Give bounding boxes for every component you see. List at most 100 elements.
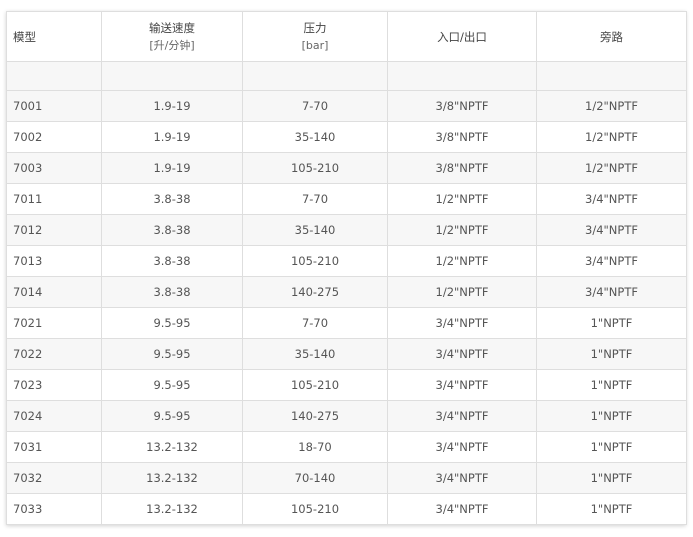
cell-pressure: 35-140 [242, 121, 388, 153]
cell-pressure: 7-70 [242, 307, 388, 339]
empty-cell [101, 61, 243, 91]
cell-model: 7032 [6, 462, 102, 494]
cell-bypass: 1/2"NPTF [536, 152, 687, 184]
cell-pressure: 7-70 [242, 90, 388, 122]
cell-model: 7001 [6, 90, 102, 122]
header-pressure-unit: [bar] [301, 38, 329, 52]
header-inlet-outlet: 入口/出口 [387, 11, 537, 62]
cell-inlet-outlet: 3/8"NPTF [387, 152, 537, 184]
cell-pressure: 35-140 [242, 338, 388, 370]
cell-model: 7012 [6, 214, 102, 246]
cell-inlet-outlet: 3/8"NPTF [387, 121, 537, 153]
cell-model: 7021 [6, 307, 102, 339]
cell-pressure: 105-210 [242, 245, 388, 277]
cell-inlet-outlet: 3/4"NPTF [387, 493, 537, 525]
table-row: 7033 13.2-132 105-210 3/4"NPTF 1"NPTF [6, 493, 687, 525]
cell-flow-rate: 3.8-38 [101, 214, 243, 246]
cell-bypass: 1"NPTF [536, 307, 687, 339]
cell-inlet-outlet: 3/4"NPTF [387, 400, 537, 432]
cell-bypass: 1"NPTF [536, 462, 687, 494]
cell-flow-rate: 9.5-95 [101, 307, 243, 339]
cell-model: 7023 [6, 369, 102, 401]
cell-flow-rate: 9.5-95 [101, 369, 243, 401]
header-model-label: 模型 [13, 29, 36, 44]
empty-cell [536, 61, 687, 91]
header-pressure: 压力 [bar] [242, 11, 388, 62]
cell-pressure: 105-210 [242, 493, 388, 525]
cell-flow-rate: 1.9-19 [101, 90, 243, 122]
cell-pressure: 35-140 [242, 214, 388, 246]
cell-flow-rate: 13.2-132 [101, 431, 243, 463]
cell-inlet-outlet: 1/2"NPTF [387, 245, 537, 277]
empty-cell [6, 61, 102, 91]
cell-inlet-outlet: 3/4"NPTF [387, 431, 537, 463]
table-body: 7001 1.9-19 7-70 3/8"NPTF 1/2"NPTF 7002 1.9-19… [6, 61, 687, 525]
cell-flow-rate: 3.8-38 [101, 276, 243, 308]
cell-bypass: 3/4"NPTF [536, 183, 687, 215]
cell-flow-rate: 9.5-95 [101, 338, 243, 370]
cell-model: 7003 [6, 152, 102, 184]
cell-pressure: 140-275 [242, 400, 388, 432]
header-pressure-label: 压力 [303, 20, 327, 35]
empty-cell [387, 61, 537, 91]
header-inlet-outlet-label: 入口/出口 [437, 29, 487, 44]
header-model: 模型 [6, 11, 102, 62]
header-row: 模型 输送速度 [升/分钟] 压力 [bar] 入口/出口 旁路 [6, 11, 687, 62]
spec-table-container: 模型 输送速度 [升/分钟] 压力 [bar] 入口/出口 旁路 7001 1.… [6, 11, 687, 525]
table-row: 7002 1.9-19 35-140 3/8"NPTF 1/2"NPTF [6, 121, 687, 153]
table-row: 7001 1.9-19 7-70 3/8"NPTF 1/2"NPTF [6, 90, 687, 122]
cell-inlet-outlet: 3/8"NPTF [387, 90, 537, 122]
table-row: 7022 9.5-95 35-140 3/4"NPTF 1"NPTF [6, 338, 687, 370]
cell-flow-rate: 1.9-19 [101, 152, 243, 184]
cell-bypass: 1/2"NPTF [536, 90, 687, 122]
cell-inlet-outlet: 3/4"NPTF [387, 307, 537, 339]
table-row: 7024 9.5-95 140-275 3/4"NPTF 1"NPTF [6, 400, 687, 432]
empty-cell [242, 61, 388, 91]
table-row: 7032 13.2-132 70-140 3/4"NPTF 1"NPTF [6, 462, 687, 494]
cell-inlet-outlet: 1/2"NPTF [387, 183, 537, 215]
cell-flow-rate: 1.9-19 [101, 121, 243, 153]
table-row: 7021 9.5-95 7-70 3/4"NPTF 1"NPTF [6, 307, 687, 339]
cell-model: 7014 [6, 276, 102, 308]
table-row: 7011 3.8-38 7-70 1/2"NPTF 3/4"NPTF [6, 183, 687, 215]
cell-bypass: 1"NPTF [536, 369, 687, 401]
cell-flow-rate: 13.2-132 [101, 493, 243, 525]
table-row: 7013 3.8-38 105-210 1/2"NPTF 3/4"NPTF [6, 245, 687, 277]
table-row: 7031 13.2-132 18-70 3/4"NPTF 1"NPTF [6, 431, 687, 463]
cell-pressure: 7-70 [242, 183, 388, 215]
cell-pressure: 105-210 [242, 369, 388, 401]
cell-inlet-outlet: 3/4"NPTF [387, 369, 537, 401]
header-flow-rate-label: 输送速度 [149, 20, 195, 35]
table-row: 7012 3.8-38 35-140 1/2"NPTF 3/4"NPTF [6, 214, 687, 246]
cell-bypass: 1"NPTF [536, 493, 687, 525]
cell-inlet-outlet: 3/4"NPTF [387, 462, 537, 494]
cell-pressure: 140-275 [242, 276, 388, 308]
cell-pressure: 18-70 [242, 431, 388, 463]
table-row: 7014 3.8-38 140-275 1/2"NPTF 3/4"NPTF [6, 276, 687, 308]
header-flow-rate-unit: [升/分钟] [149, 38, 195, 52]
cell-pressure: 70-140 [242, 462, 388, 494]
table-header: 模型 输送速度 [升/分钟] 压力 [bar] 入口/出口 旁路 [6, 11, 687, 62]
cell-inlet-outlet: 1/2"NPTF [387, 276, 537, 308]
header-bypass-label: 旁路 [600, 29, 623, 44]
cell-model: 7022 [6, 338, 102, 370]
cell-bypass: 1"NPTF [536, 431, 687, 463]
cell-flow-rate: 3.8-38 [101, 183, 243, 215]
spec-table: 模型 输送速度 [升/分钟] 压力 [bar] 入口/出口 旁路 7001 1.… [6, 11, 687, 525]
header-flow-rate: 输送速度 [升/分钟] [101, 11, 243, 62]
table-row: 7003 1.9-19 105-210 3/8"NPTF 1/2"NPTF [6, 152, 687, 184]
cell-model: 7013 [6, 245, 102, 277]
cell-model: 7011 [6, 183, 102, 215]
cell-inlet-outlet: 1/2"NPTF [387, 214, 537, 246]
cell-model: 7033 [6, 493, 102, 525]
cell-bypass: 3/4"NPTF [536, 245, 687, 277]
header-bypass: 旁路 [536, 11, 687, 62]
cell-bypass: 1"NPTF [536, 338, 687, 370]
cell-bypass: 3/4"NPTF [536, 214, 687, 246]
cell-flow-rate: 3.8-38 [101, 245, 243, 277]
cell-flow-rate: 13.2-132 [101, 462, 243, 494]
cell-bypass: 1/2"NPTF [536, 121, 687, 153]
cell-model: 7031 [6, 431, 102, 463]
empty-row [6, 61, 687, 91]
cell-inlet-outlet: 3/4"NPTF [387, 338, 537, 370]
